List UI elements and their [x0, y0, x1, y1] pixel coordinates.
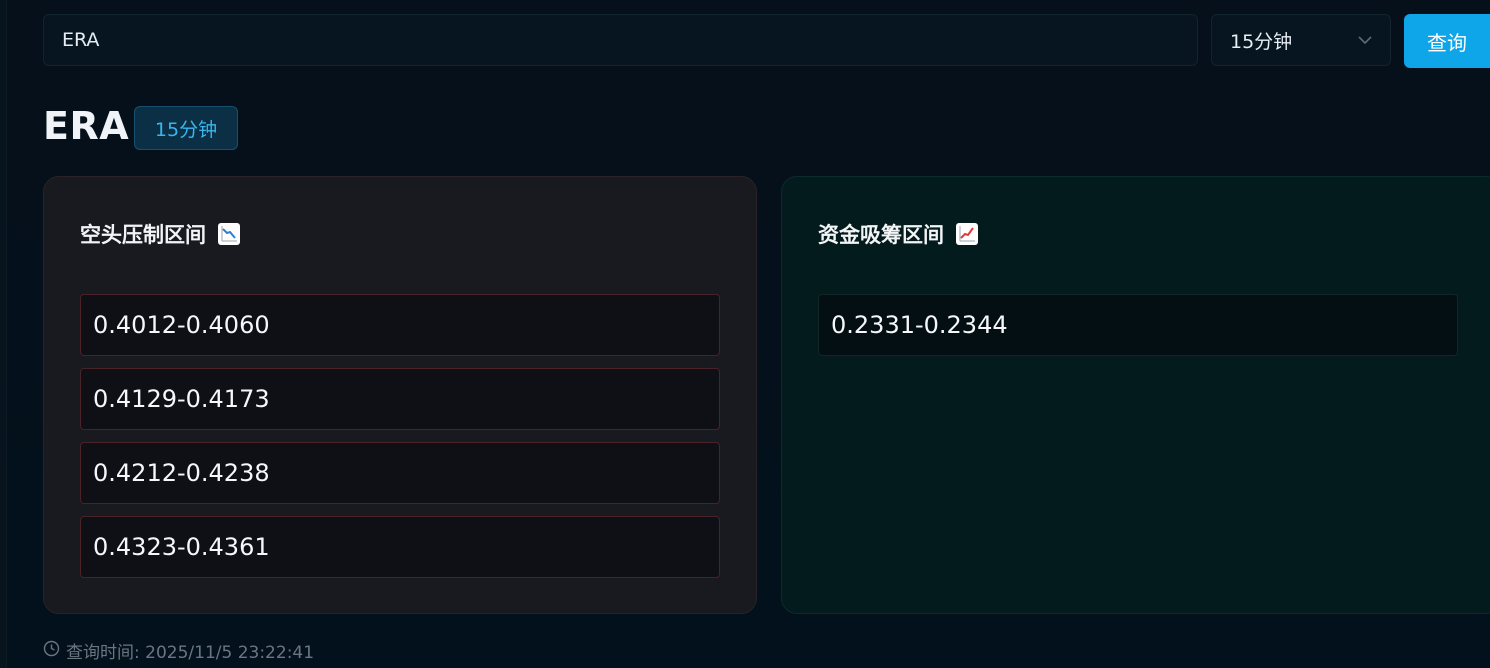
bear-range-item: 0.4012-0.4060 [80, 294, 720, 356]
bull-range-list: 0.2331-0.2344 [818, 294, 1458, 356]
bear-card-title: 空头压制区间 [80, 219, 240, 249]
symbol-search-input[interactable] [43, 14, 1198, 66]
chevron-down-icon [1358, 33, 1372, 47]
bear-range-list: 0.4012-0.4060 0.4129-0.4173 0.4212-0.423… [80, 294, 720, 578]
interval-select-value: 15分钟 [1230, 30, 1293, 53]
clock-icon [43, 640, 60, 662]
symbol-title: ERA [43, 104, 130, 148]
chart-increasing-icon [956, 223, 978, 245]
left-rail [0, 0, 7, 668]
chart-decreasing-icon [218, 223, 240, 245]
query-time: 查询时间: 2025/11/5 23:22:41 [43, 638, 314, 663]
bear-range-item: 0.4212-0.4238 [80, 442, 720, 504]
bull-card-title: 资金吸筹区间 [818, 219, 978, 249]
bear-suppression-card: 空头压制区间 0.4012-0.4060 0.4129-0.4173 0.421… [43, 176, 757, 614]
bull-range-item: 0.2331-0.2344 [818, 294, 1458, 356]
bull-card-title-text: 资金吸筹区间 [818, 223, 944, 247]
interval-badge: 15分钟 [134, 106, 238, 150]
bear-card-title-text: 空头压制区间 [80, 223, 206, 247]
interval-select[interactable]: 15分钟 [1211, 14, 1391, 66]
bear-range-item: 0.4129-0.4173 [80, 368, 720, 430]
bear-range-item: 0.4323-0.4361 [80, 516, 720, 578]
app-page: 15分钟 查询 ERA 15分钟 空头压制区间 0.4012-0.4060 0.… [0, 0, 1490, 668]
query-button[interactable]: 查询 [1404, 14, 1490, 68]
bull-accumulation-card: 资金吸筹区间 0.2331-0.2344 [781, 176, 1490, 614]
query-time-text: 查询时间: 2025/11/5 23:22:41 [66, 643, 315, 663]
